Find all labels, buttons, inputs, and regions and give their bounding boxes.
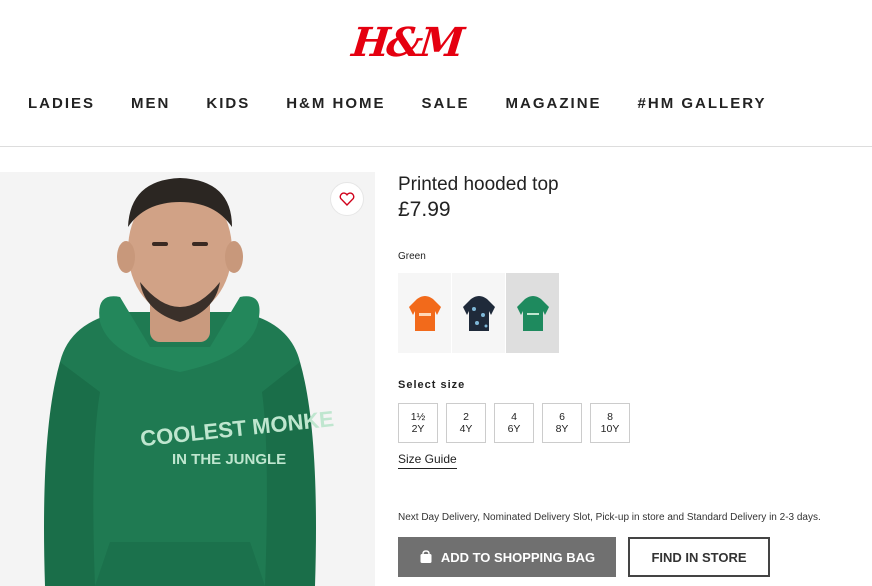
navy-print-hoodie-icon (462, 296, 495, 331)
size-top: 2 (463, 411, 469, 423)
size-bottom: 10Y (600, 423, 620, 435)
shopping-bag-icon (420, 550, 432, 563)
size-top: 6 (559, 411, 565, 423)
add-to-bag-button[interactable]: ADD TO SHOPPING BAG (398, 537, 616, 577)
size-bottom: 8Y (555, 423, 569, 435)
size-top: 1½ (410, 411, 426, 423)
size-options: 1½ 2Y 2 4Y 4 6Y 6 8Y 8 10Y (398, 403, 630, 443)
add-to-bag-label: ADD TO SHOPPING BAG (440, 549, 596, 565)
nav-item-hm-gallery[interactable]: #HM GALLERY (638, 95, 767, 112)
swatch-green[interactable] (506, 273, 559, 353)
logo-text: H&M (349, 19, 464, 66)
size-guide-link[interactable]: Size Guide (398, 452, 457, 469)
green-hoodie-icon (516, 296, 549, 331)
size-bottom: 2Y (411, 423, 425, 435)
nav-item-kids[interactable]: KIDS (206, 95, 250, 112)
hoodie-print-line2: IN THE JUNGLE (172, 451, 286, 468)
orange-hoodie-icon (408, 296, 441, 331)
nav-item-magazine[interactable]: MAGAZINE (506, 95, 602, 112)
color-swatches (398, 273, 559, 353)
nav-item-sale[interactable]: SALE (422, 95, 470, 112)
find-in-store-label: FIND IN STORE (651, 549, 747, 565)
nav-item-men[interactable]: MEN (131, 95, 170, 112)
product-title: Printed hooded top (398, 174, 559, 195)
hm-logo[interactable]: H&M (349, 19, 464, 66)
size-option-8y[interactable]: 6 8Y (542, 403, 582, 443)
delivery-info: Next Day Delivery, Nominated Delivery Sl… (398, 512, 821, 523)
size-bottom: 6Y (507, 423, 521, 435)
nav-item-hm-home[interactable]: H&M HOME (286, 95, 385, 112)
heart-icon (339, 192, 355, 206)
swatch-orange[interactable] (398, 273, 451, 353)
product-image[interactable]: COOLEST MONKE IN THE JUNGLE (0, 172, 375, 586)
favourite-button[interactable] (330, 182, 364, 216)
size-option-10y[interactable]: 8 10Y (590, 403, 630, 443)
size-top: 4 (511, 411, 517, 423)
selected-color-label: Green (398, 251, 426, 262)
header-divider (0, 146, 872, 147)
size-bottom: 4Y (459, 423, 473, 435)
select-size-label: Select size (398, 379, 466, 391)
product-price: £7.99 (398, 198, 451, 221)
main-nav: LADIES MEN KIDS H&M HOME SALE MAGAZINE #… (28, 95, 803, 112)
model-illustration: COOLEST MONKE IN THE JUNGLE (44, 178, 335, 586)
size-option-4y[interactable]: 2 4Y (446, 403, 486, 443)
swatch-navy[interactable] (452, 273, 505, 353)
size-option-2y[interactable]: 1½ 2Y (398, 403, 438, 443)
size-top: 8 (607, 411, 613, 423)
find-in-store-button[interactable]: FIND IN STORE (628, 537, 770, 577)
nav-item-ladies[interactable]: LADIES (28, 95, 95, 112)
size-option-6y[interactable]: 4 6Y (494, 403, 534, 443)
